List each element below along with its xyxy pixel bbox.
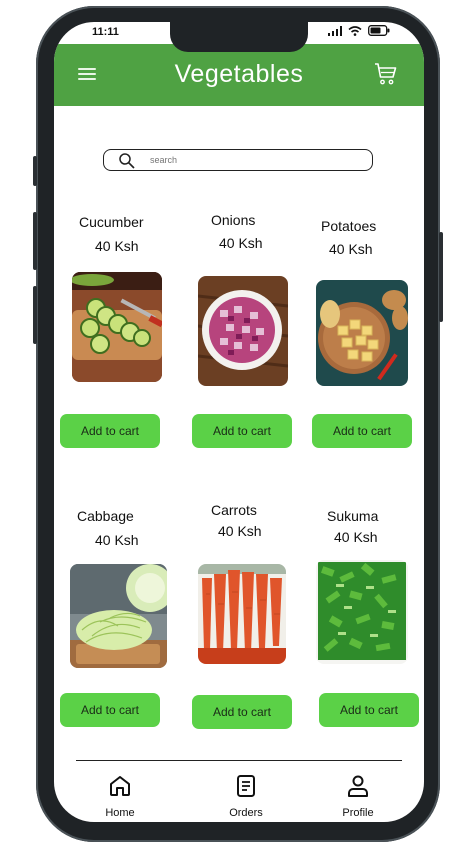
cucumber-image[interactable] xyxy=(72,272,162,382)
add-to-cart-button[interactable]: Add to cart xyxy=(60,693,160,727)
add-to-cart-button[interactable]: Add to cart xyxy=(319,693,419,727)
app-screen: 11:11 Vegetables search Cucumber 40 Ksh … xyxy=(54,22,424,822)
nav-profile[interactable]: Profile xyxy=(318,774,398,819)
add-to-cart-button[interactable]: Add to cart xyxy=(192,695,292,729)
app-header: Vegetables xyxy=(54,44,424,106)
bottom-nav-divider xyxy=(76,760,402,761)
add-to-cart-button[interactable]: Add to cart xyxy=(60,414,160,448)
search-bar[interactable] xyxy=(103,149,373,171)
product-price: 40 Ksh xyxy=(334,529,378,545)
carrots-image[interactable] xyxy=(198,564,286,664)
power-button xyxy=(439,232,443,322)
volume-down-button xyxy=(33,286,37,344)
status-time: 11:11 xyxy=(92,26,119,38)
nav-home[interactable]: Home xyxy=(80,774,160,819)
nav-label: Profile xyxy=(342,807,374,819)
product-price: 40 Ksh xyxy=(95,238,139,254)
notch xyxy=(170,22,308,52)
signal-icon xyxy=(328,25,342,36)
product-price: 40 Ksh xyxy=(95,532,139,548)
product-price: 40 Ksh xyxy=(329,241,373,257)
wifi-icon xyxy=(348,25,362,36)
nav-orders[interactable]: Orders xyxy=(206,774,286,819)
product-name: Onions xyxy=(211,212,256,228)
add-to-cart-button[interactable]: Add to cart xyxy=(312,414,412,448)
cart-icon[interactable] xyxy=(374,62,398,86)
sukuma-image[interactable] xyxy=(316,560,408,664)
orders-icon xyxy=(237,775,255,797)
onions-image[interactable] xyxy=(198,276,288,386)
mute-switch xyxy=(33,156,37,186)
profile-icon xyxy=(348,775,368,797)
nav-label: Orders xyxy=(229,807,263,819)
nav-label: Home xyxy=(105,807,135,819)
product-name: Cabbage xyxy=(77,508,134,524)
battery-icon xyxy=(368,25,390,36)
product-price: 40 Ksh xyxy=(219,235,263,251)
page-title: Vegetables xyxy=(174,60,304,88)
add-to-cart-button[interactable]: Add to cart xyxy=(192,414,292,448)
product-price: 40 Ksh xyxy=(218,523,262,539)
cabbage-image[interactable] xyxy=(70,564,167,668)
product-name: Potatoes xyxy=(321,218,377,234)
product-name: Cucumber xyxy=(79,214,144,230)
potatoes-image[interactable] xyxy=(316,280,408,386)
product-name: Sukuma xyxy=(327,508,379,524)
volume-up-button xyxy=(33,212,37,270)
product-name: Carrots xyxy=(211,502,257,518)
search-input[interactable] xyxy=(150,153,350,167)
search-icon xyxy=(119,153,135,169)
home-icon xyxy=(110,776,130,796)
